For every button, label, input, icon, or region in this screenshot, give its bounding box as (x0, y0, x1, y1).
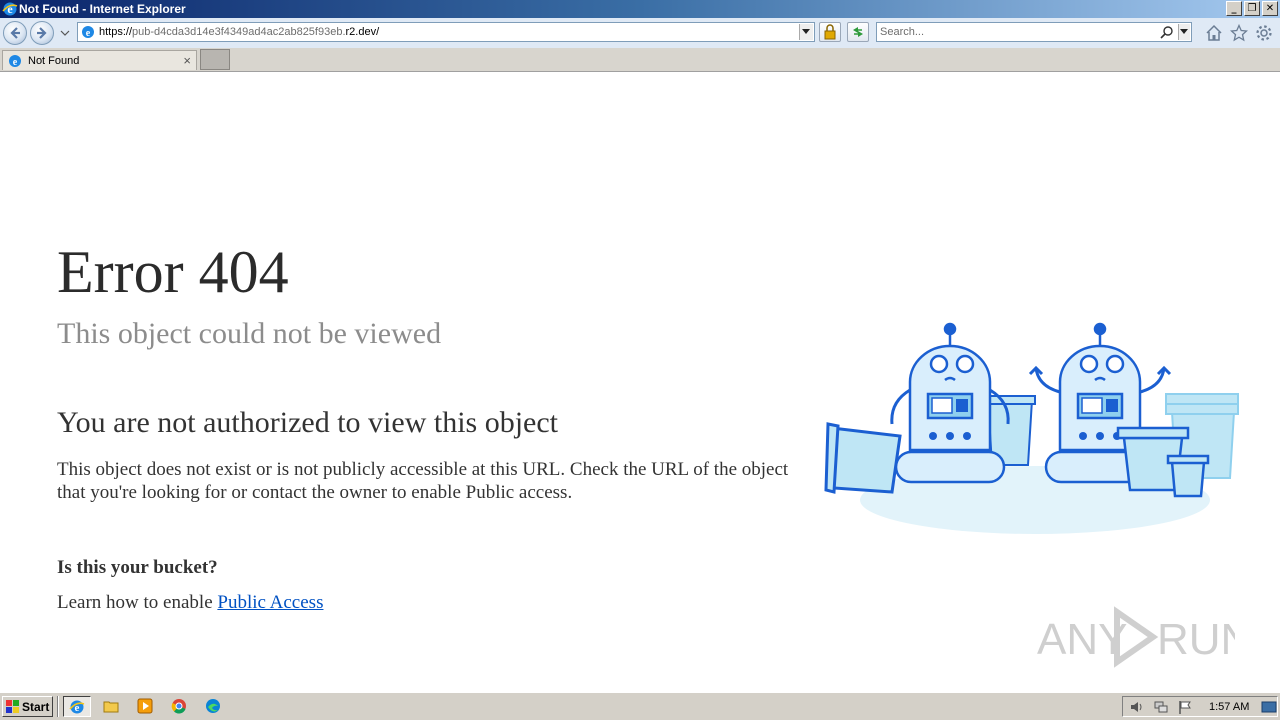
media-player-icon (137, 698, 153, 714)
taskbar-chrome[interactable] (166, 696, 194, 717)
edge-icon (206, 699, 220, 713)
anyrun-watermark-logo: ANY RUN (1037, 606, 1235, 668)
url-scheme: https:// (99, 26, 133, 38)
volume-icon[interactable] (1129, 699, 1145, 715)
learn-prefix: Learn how to enable (57, 592, 218, 613)
watermark-text-left: ANY (1037, 615, 1127, 664)
action-center-flag-icon[interactable] (1177, 699, 1193, 715)
security-lock-button[interactable] (819, 22, 841, 42)
home-icon[interactable] (1205, 24, 1223, 42)
refresh-button[interactable] (847, 22, 869, 42)
tab-not-found[interactable]: e Not Found × (2, 50, 197, 70)
settings-gear-icon[interactable] (1255, 24, 1273, 42)
new-tab-button[interactable] (200, 49, 230, 70)
dropdown-arrow-icon (802, 29, 810, 34)
svg-text:e: e (86, 28, 91, 39)
show-desktop-icon[interactable] (1261, 699, 1277, 715)
page-ie-icon: e (82, 26, 94, 39)
taskbar: Start e 1:57 AM (0, 692, 1280, 720)
restore-button[interactable]: ❐ (1244, 1, 1260, 16)
watermark-text-right: RUN (1157, 615, 1235, 664)
pot-tipped (824, 422, 902, 494)
forward-button[interactable] (30, 21, 54, 45)
close-window-button[interactable]: ✕ (1262, 1, 1278, 16)
folder-icon (103, 701, 119, 713)
network-icon[interactable] (1153, 699, 1169, 715)
internet-explorer-icon: e (69, 700, 85, 714)
search-box[interactable] (876, 22, 1192, 42)
search-provider-dropdown[interactable] (1178, 24, 1190, 40)
bucket-question: Is this your bucket? (57, 557, 218, 578)
error-description: This object does not exist or is not pub… (57, 459, 789, 503)
taskbar-edge[interactable] (200, 696, 228, 717)
chrome-icon (171, 699, 186, 714)
window-title: Not Found - Internet Explorer (19, 2, 186, 16)
dropdown-arrow-icon (1180, 29, 1188, 34)
system-clock[interactable]: 1:57 AM (1209, 701, 1249, 713)
learn-text: Learn how to enable Public Access (57, 591, 323, 615)
taskbar-file-explorer[interactable] (98, 696, 126, 717)
navigation-bar: e https://pub-d4cda3d14e3f4349ad4ac2ab82… (0, 18, 1280, 48)
robots-illustration (824, 322, 1239, 534)
url-domain: r2.dev (345, 26, 377, 38)
url-subdomain: pub-d4cda3d14e3f4349ad4ac2ab825f93eb. (132, 26, 346, 38)
taskbar-media-player[interactable] (132, 696, 160, 717)
address-bar[interactable]: e https://pub-d4cda3d14e3f4349ad4ac2ab82… (77, 22, 815, 42)
forward-arrow-icon (37, 27, 47, 39)
back-button[interactable] (3, 21, 27, 45)
pot-front-small (1166, 454, 1210, 498)
url-path: / (376, 26, 380, 38)
title-bar: e Not Found - Internet Explorer _ ❐ ✕ (0, 0, 1280, 18)
recent-pages-dropdown-icon[interactable] (60, 28, 70, 38)
windows-logo-icon (6, 700, 19, 713)
error-title: Error 404 (57, 239, 289, 305)
page-content: Error 404 This object could not be viewe… (0, 72, 1280, 692)
tab-bar: e Not Found × (0, 48, 1280, 72)
svg-text:e: e (13, 57, 18, 68)
search-input[interactable] (880, 25, 1150, 39)
address-url[interactable]: https://pub-d4cda3d14e3f4349ad4ac2ab825f… (99, 26, 379, 38)
start-button[interactable]: Start (2, 696, 53, 717)
back-arrow-icon (10, 27, 20, 39)
public-access-link[interactable]: Public Access (217, 592, 323, 613)
system-tray: 1:57 AM (1122, 696, 1278, 717)
error-subtitle: This object could not be viewed (57, 317, 442, 350)
address-dropdown-button[interactable] (799, 24, 813, 40)
tab-ie-icon: e (9, 55, 21, 68)
favorites-star-icon[interactable] (1230, 24, 1248, 42)
svg-text:e: e (7, 2, 13, 16)
minimize-button[interactable]: _ (1226, 1, 1242, 16)
robot-left (890, 322, 1010, 484)
lock-icon (824, 24, 836, 40)
refresh-icon (853, 27, 863, 37)
start-label: Start (22, 700, 50, 714)
taskbar-separator (57, 696, 59, 717)
internet-explorer-icon: e (2, 2, 18, 16)
taskbar-internet-explorer[interactable]: e (63, 696, 91, 717)
search-icon[interactable] (1160, 25, 1174, 39)
tab-label: Not Found (28, 55, 80, 67)
close-tab-button[interactable]: × (183, 53, 191, 68)
error-heading: You are not authorized to view this obje… (57, 406, 559, 439)
